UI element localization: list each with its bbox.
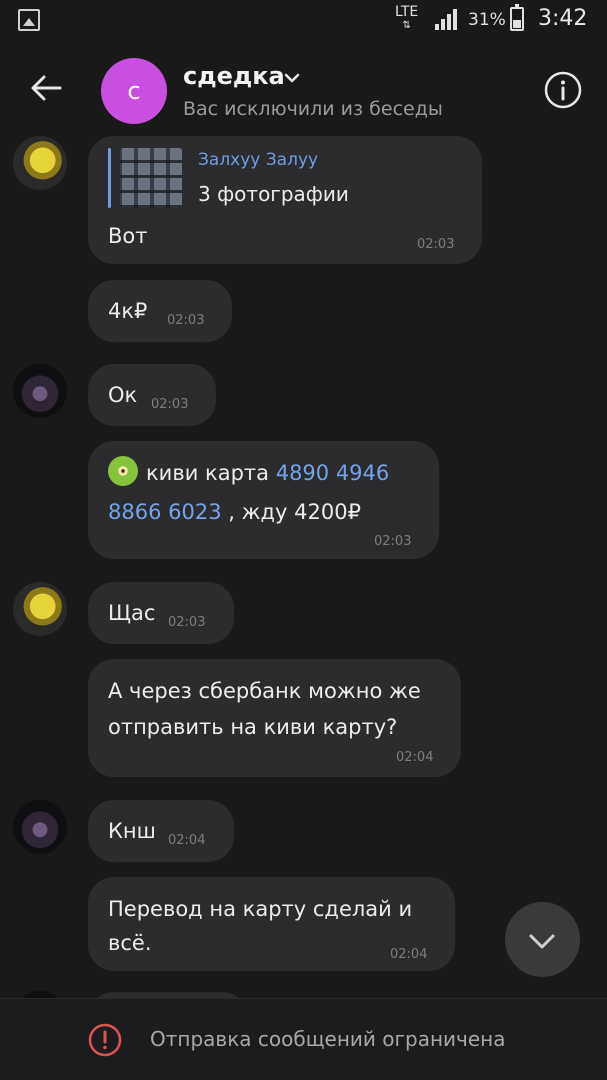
lte-indicator: LTE ⇅ (395, 5, 418, 33)
message-text: Ок (108, 383, 138, 407)
messaging-restricted-bar: Отправка сообщений ограничена (0, 998, 607, 1080)
kiwi-emoji-icon (108, 456, 138, 486)
message-text: 4к₽ (108, 299, 148, 323)
message-time: 02:03 (417, 237, 455, 252)
info-icon[interactable] (543, 70, 583, 110)
signal-icon (435, 8, 459, 30)
status-bar: LTE ⇅ 31% 3:42 (0, 0, 607, 44)
message-bubble[interactable]: Залхуу Залуу 3 фотографии Вот 02:03 (88, 136, 482, 264)
sender-avatar[interactable] (13, 991, 67, 998)
warning-icon (88, 1023, 122, 1057)
battery-percent: 31% (468, 10, 506, 30)
chevron-down-icon (529, 934, 555, 949)
reply-bar (108, 148, 111, 208)
message-time: 02:03 (167, 313, 205, 328)
screen: LTE ⇅ 31% 3:42 с сдедка Вас исключили из… (0, 0, 607, 1080)
chat-avatar[interactable]: с (101, 58, 167, 124)
message-time: 02:04 (168, 833, 206, 848)
sender-avatar[interactable] (13, 800, 67, 854)
card-number-link[interactable]: 8866 6023 (108, 500, 222, 524)
message-bubble[interactable]: Щас 02:03 (88, 582, 234, 644)
message-time: 02:04 (396, 750, 434, 765)
chat-title[interactable]: сдедка (183, 62, 285, 90)
message-bubble[interactable]: А через сбербанк можно же отправить на к… (88, 659, 461, 777)
reply-preview-text: 3 фотографии (198, 182, 349, 206)
back-button[interactable] (26, 68, 66, 108)
message-text: Перевод на карту сделай и (108, 897, 413, 921)
message-bubble[interactable]: Ок 02:03 (88, 364, 216, 426)
message-time: 02:03 (151, 397, 189, 412)
scroll-down-button[interactable] (505, 902, 580, 977)
message-text: , жду 4200₽ (221, 500, 361, 524)
sender-avatar[interactable] (13, 136, 67, 190)
data-arrows-icon: ⇅ (402, 20, 411, 31)
message-text: киви карта (146, 461, 276, 485)
reply-author: Залхуу Залуу (198, 150, 319, 170)
message-text: отправить на киви карту? (108, 715, 398, 739)
gallery-notification-icon (18, 9, 40, 31)
restriction-text: Отправка сообщений ограничена (150, 1027, 506, 1051)
message-bubble[interactable]: 4к₽ 02:03 (88, 280, 232, 342)
message-bubble[interactable]: Перевод на карту сделай и всё. 02:04 (88, 877, 455, 971)
arrow-left-icon (31, 75, 62, 101)
message-list[interactable]: Залхуу Залуу 3 фотографии Вот 02:03 4к₽ … (0, 136, 607, 998)
message-text: всё. (108, 931, 152, 955)
reply-photo-thumbnail (120, 148, 182, 208)
message-text: А через сбербанк можно же (108, 679, 421, 703)
message-time: 02:04 (390, 947, 428, 962)
message-time: 02:03 (168, 615, 206, 630)
message-text: Щас (108, 601, 156, 625)
message-bubble[interactable]: Кнш 02:04 (88, 800, 234, 862)
chat-avatar-letter: с (127, 77, 141, 105)
message-text-line: 8866 6023 , жду 4200₽ (108, 494, 361, 530)
clock: 3:42 (538, 6, 588, 31)
chat-header: с сдедка Вас исключили из беседы (0, 44, 607, 136)
network-type: LTE (395, 4, 419, 20)
battery-icon (510, 4, 524, 31)
card-number-link[interactable]: 4890 4946 (276, 461, 390, 485)
message-time: 02:03 (374, 534, 412, 549)
chat-subtitle: Вас исключили из беседы (183, 98, 443, 120)
message-bubble[interactable]: киви карта 4890 4946 8866 6023 , жду 420… (88, 441, 439, 559)
message-text: Кнш (108, 819, 156, 843)
sender-avatar[interactable] (13, 364, 67, 418)
message-text-line: киви карта 4890 4946 (108, 455, 389, 491)
chevron-down-icon[interactable] (282, 68, 302, 88)
sender-avatar[interactable] (13, 582, 67, 636)
message-text: Вот (108, 224, 148, 248)
